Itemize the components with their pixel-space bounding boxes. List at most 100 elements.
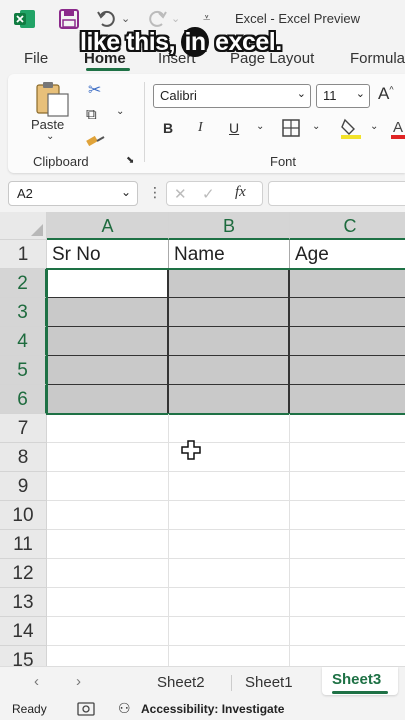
- copy-dropdown-icon[interactable]: ⌄: [116, 106, 124, 117]
- copy-icon[interactable]: ⧉: [86, 106, 97, 123]
- cell-b3[interactable]: [169, 298, 290, 327]
- font-color-icon[interactable]: A: [391, 116, 405, 140]
- tab-file[interactable]: File: [24, 50, 48, 67]
- paste-button-label[interactable]: Paste: [31, 117, 64, 132]
- cell-a14[interactable]: [47, 617, 169, 646]
- cell-a7[interactable]: [47, 414, 169, 443]
- column-header-c[interactable]: C: [290, 212, 405, 240]
- cell-c14[interactable]: [290, 617, 405, 646]
- row-header-2[interactable]: 2: [0, 269, 47, 298]
- cell-c6[interactable]: [290, 385, 405, 414]
- cell-b13[interactable]: [169, 588, 290, 617]
- cell-c1[interactable]: Age: [290, 240, 405, 269]
- cell-a2[interactable]: [47, 269, 169, 298]
- macro-recording-icon[interactable]: [77, 702, 95, 716]
- cell-c3[interactable]: [290, 298, 405, 327]
- cell-c2[interactable]: [290, 269, 405, 298]
- cell-c5[interactable]: [290, 356, 405, 385]
- row-header-11[interactable]: 11: [0, 530, 47, 559]
- row-header-5[interactable]: 5: [0, 356, 47, 385]
- cell-b11[interactable]: [169, 530, 290, 559]
- cell-b7[interactable]: [169, 414, 290, 443]
- cell-a8[interactable]: [47, 443, 169, 472]
- cell-a10[interactable]: [47, 501, 169, 530]
- row-header-3[interactable]: 3: [0, 298, 47, 327]
- borders-dropdown-icon[interactable]: ⌄: [312, 121, 320, 132]
- save-icon[interactable]: [58, 9, 80, 29]
- cell-a12[interactable]: [47, 559, 169, 588]
- fill-color-icon[interactable]: [340, 116, 362, 140]
- cut-icon[interactable]: ✂: [88, 80, 101, 100]
- italic-icon[interactable]: I: [198, 120, 203, 136]
- cell-a9[interactable]: [47, 472, 169, 501]
- accessibility-status[interactable]: Accessibility: Investigate: [141, 702, 284, 716]
- undo-icon[interactable]: [96, 9, 118, 29]
- cell-c8[interactable]: [290, 443, 405, 472]
- cell-b1[interactable]: Name: [169, 240, 290, 269]
- row-header-7[interactable]: 7: [0, 414, 47, 443]
- cell-c9[interactable]: [290, 472, 405, 501]
- format-painter-icon[interactable]: [86, 132, 106, 150]
- cell-b12[interactable]: [169, 559, 290, 588]
- sheet-tab-sheet3[interactable]: Sheet3: [332, 671, 381, 688]
- cancel-icon[interactable]: ✕: [174, 185, 187, 203]
- undo-dropdown-icon[interactable]: ⌄: [121, 12, 130, 25]
- chevron-right-icon[interactable]: ›: [76, 673, 81, 690]
- row-header-14[interactable]: 14: [0, 617, 47, 646]
- cell-c13[interactable]: [290, 588, 405, 617]
- customize-toolbar-icon[interactable]: ⩡: [203, 10, 210, 26]
- row-header-10[interactable]: 10: [0, 501, 47, 530]
- sheet-tab-sheet2[interactable]: Sheet2: [157, 674, 205, 691]
- row-header-1[interactable]: 1: [0, 240, 47, 269]
- cell-a13[interactable]: [47, 588, 169, 617]
- insert-function-icon[interactable]: fx: [235, 184, 246, 201]
- sheet-tab-sheet1[interactable]: Sheet1: [245, 674, 293, 691]
- cell-b6[interactable]: [169, 385, 290, 414]
- chevron-left-icon[interactable]: ‹: [34, 673, 39, 690]
- cell-a1[interactable]: Sr No: [47, 240, 169, 269]
- formula-input[interactable]: [268, 181, 405, 206]
- cell-c7[interactable]: [290, 414, 405, 443]
- cell-b4[interactable]: [169, 327, 290, 356]
- cell-a4[interactable]: [47, 327, 169, 356]
- select-all-button[interactable]: [0, 212, 47, 240]
- row-header-8[interactable]: 8: [0, 443, 47, 472]
- underline-icon[interactable]: U: [229, 120, 239, 136]
- cell-a3[interactable]: [47, 298, 169, 327]
- underline-dropdown-icon[interactable]: ⌄: [256, 121, 264, 132]
- paste-dropdown-icon[interactable]: ⌄: [46, 131, 54, 142]
- cell-c11[interactable]: [290, 530, 405, 559]
- column-header-b[interactable]: B: [169, 212, 290, 240]
- cell-b5[interactable]: [169, 356, 290, 385]
- row-header-4[interactable]: 4: [0, 327, 47, 356]
- cell-b10[interactable]: [169, 501, 290, 530]
- borders-icon[interactable]: [281, 118, 301, 138]
- row-header-9[interactable]: 9: [0, 472, 47, 501]
- cell-c10[interactable]: [290, 501, 405, 530]
- cell-a11[interactable]: [47, 530, 169, 559]
- redo-dropdown-icon[interactable]: ⌄: [171, 12, 180, 25]
- paste-icon[interactable]: [34, 80, 72, 118]
- cell-a6[interactable]: [47, 385, 169, 414]
- font-size-select[interactable]: 11 ⌄: [316, 84, 370, 108]
- cell-c12[interactable]: [290, 559, 405, 588]
- cell-b9[interactable]: [169, 472, 290, 501]
- tab-formulas[interactable]: Formulas: [350, 50, 405, 67]
- cell-b14[interactable]: [169, 617, 290, 646]
- confirm-icon[interactable]: ✓: [202, 185, 215, 203]
- column-header-a[interactable]: A: [47, 212, 169, 240]
- redo-icon[interactable]: [146, 9, 168, 29]
- row-header-6[interactable]: 6: [0, 385, 47, 414]
- cell-b2[interactable]: [169, 269, 290, 298]
- bold-icon[interactable]: B: [163, 120, 173, 136]
- font-name-select[interactable]: Calibri ⌄: [153, 84, 311, 108]
- accessibility-icon[interactable]: ⚇: [118, 700, 131, 717]
- increase-font-size-icon[interactable]: A^: [378, 84, 394, 104]
- cell-a5[interactable]: [47, 356, 169, 385]
- clipboard-launcher-icon[interactable]: ⬊: [126, 155, 134, 166]
- cell-c4[interactable]: [290, 327, 405, 356]
- row-header-12[interactable]: 12: [0, 559, 47, 588]
- row-header-13[interactable]: 13: [0, 588, 47, 617]
- name-box[interactable]: A2 ⌄: [8, 181, 138, 206]
- more-options-icon[interactable]: ⋮: [148, 184, 162, 201]
